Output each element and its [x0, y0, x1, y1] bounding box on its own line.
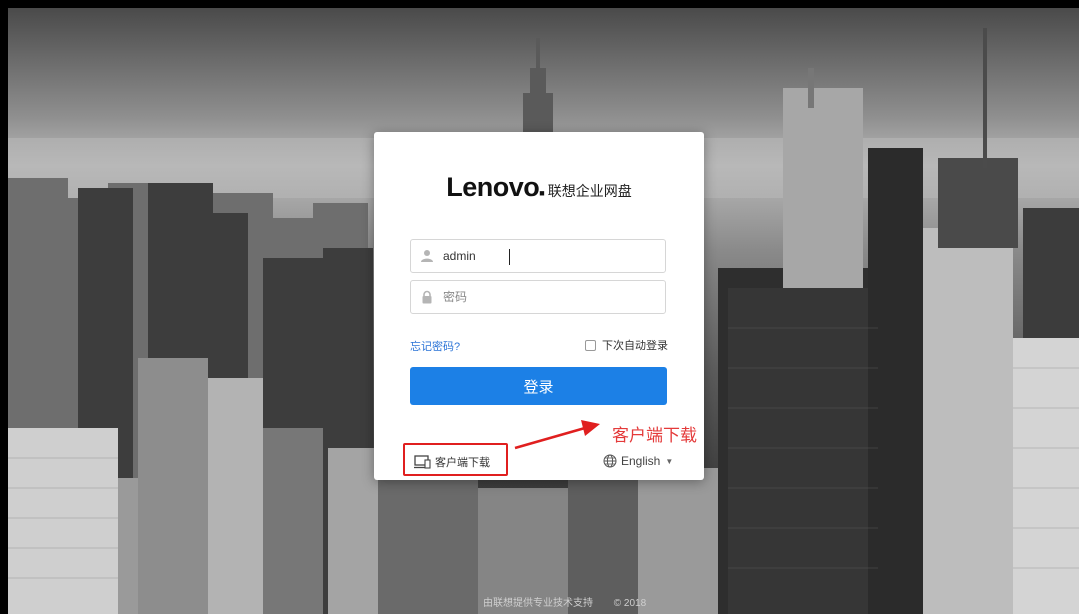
- screen: Lenovo■联想企业网盘 忘记密码? 下次自动登录 登录: [0, 0, 1079, 614]
- annotation-label: 客户端下载: [612, 426, 697, 445]
- page-footer: 由联想提供专业技术支持 © 2018: [483, 594, 646, 609]
- arrow-icon: [514, 420, 600, 450]
- support-text: 由联想提供专业技术支持: [483, 598, 593, 609]
- copyright-text: © 2018: [613, 598, 647, 609]
